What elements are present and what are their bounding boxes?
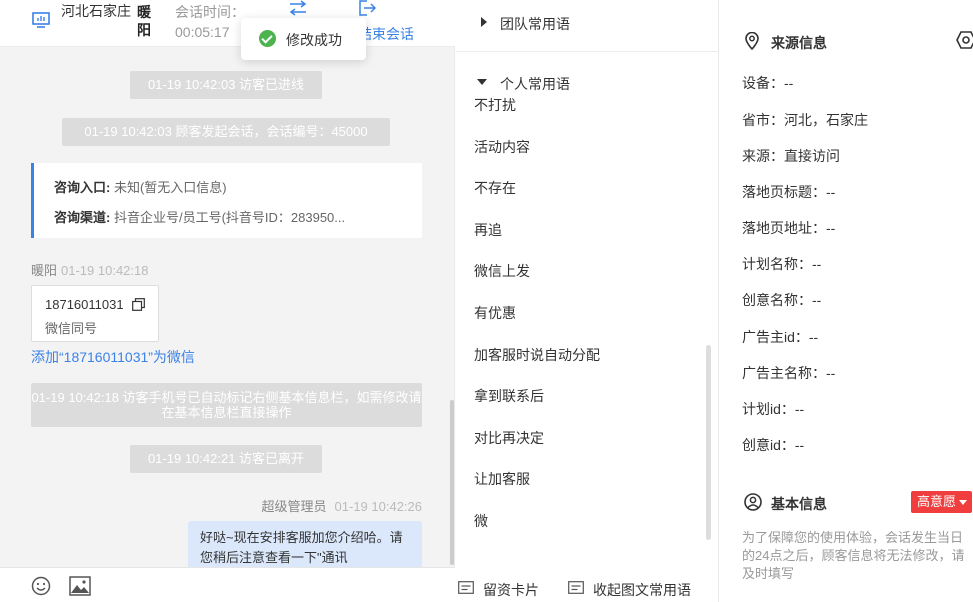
consult-channel-label: 咨询渠道: (54, 210, 111, 225)
phrases-scrollbar[interactable] (706, 345, 711, 540)
info-field: 创意id：-- (742, 437, 805, 453)
message-time: 01-19 10:42:26 (334, 499, 422, 514)
phrase-item[interactable]: 让加客服 (474, 469, 530, 489)
system-message: 01-19 10:42:03 顾客发起会话，会话编号：45000 (62, 118, 390, 146)
info-field: 来源：直接访问 (742, 148, 840, 164)
system-message: 01-19 10:42:21 访客已离开 (130, 445, 322, 473)
agent-message-bubble: 好哒~现在安排客服加您介绍哈。请您稍后注意查看一下"通讯 (188, 521, 422, 567)
emoji-icon[interactable] (31, 576, 51, 596)
monitor-icon (32, 12, 50, 28)
info-field: 落地页地址：-- (742, 220, 836, 236)
collapse-icon[interactable] (568, 581, 584, 594)
system-message: 01-19 10:42:03 访客已进线 (130, 71, 322, 99)
team-phrases-label: 团队常用语 (500, 16, 570, 32)
caret-right-icon (481, 17, 487, 27)
message-list[interactable]: 01-19 10:42:03 访客已进线 01-19 10:42:03 顾客发起… (0, 47, 455, 567)
consult-info-card: 咨询入口: 未知(暂无入口信息) 咨询渠道: 抖音企业号/员工号(抖音号ID：2… (31, 163, 422, 238)
basic-info-title: 基本信息 (771, 496, 827, 512)
edit-deadline-note: 为了保障您的使用体验，会话发生当日的24点之后，顾客信息将无法修改，请及时填写 (742, 530, 965, 581)
add-wechat-link[interactable]: 添加“18716011031”为微信 (31, 347, 195, 367)
check-circle-icon (259, 30, 276, 47)
phrase-item[interactable]: 微信上发 (474, 261, 530, 281)
consult-channel-row: 咨询渠道: 抖音企业号/员工号(抖音号ID：283950... (54, 207, 345, 226)
visitor-info-panel: 来源信息 设备：-- 省市：河北，石家庄 来源：直接访问 落地页标题：-- 落地… (720, 0, 973, 602)
phrase-item[interactable]: 拿到联系后 (474, 386, 544, 406)
location-pin-icon (745, 32, 759, 50)
card-icon[interactable] (458, 581, 474, 594)
chat-toolbar (0, 567, 455, 602)
caret-down-icon[interactable] (477, 79, 487, 85)
visitor-location: 河北石家庄 (61, 3, 131, 19)
personal-phrases-label[interactable]: 个人常用语 (500, 74, 570, 94)
chat-panel: 河北石家庄 暖阳 会话时间： 00:05:17 结束会话 修改成功 01-19 … (0, 0, 455, 602)
sender-name: 暖阳 (31, 263, 58, 278)
phrase-item[interactable]: 活动内容 (474, 137, 530, 157)
common-phrases-panel: 团队常用语 个人常用语 不打扰 活动内容 不存在 再追 微信上发 有优惠 加客服… (456, 0, 719, 602)
success-toast: 修改成功 (241, 18, 366, 60)
transfer-icon[interactable] (288, 0, 308, 16)
copy-icon[interactable] (132, 298, 145, 311)
intent-level-badge[interactable]: 高意愿 (911, 491, 973, 513)
info-field: 广告主名称：-- (742, 365, 836, 381)
visitor-message-meta: 暖阳 01-19 10:42:18 (31, 260, 148, 279)
source-info-title: 来源信息 (771, 35, 827, 51)
info-field: 广告主id：-- (742, 329, 819, 345)
consult-entry-row: 咨询入口: 未知(暂无入口信息) (54, 177, 227, 196)
team-phrases-header[interactable]: 团队常用语 (456, 0, 719, 52)
phrase-item[interactable]: 微 (474, 511, 488, 531)
phrase-item[interactable]: 对比再决定 (474, 428, 544, 448)
system-message: 01-19 10:42:18 访客手机号已自动标记右侧基本信息栏，如需修改请在基… (31, 383, 422, 427)
visitor-name: 暖阳 (137, 4, 151, 38)
gear-icon[interactable] (956, 31, 973, 49)
agent-name: 超级管理员 (261, 499, 327, 514)
info-field: 计划名称：-- (742, 256, 822, 272)
app-root: 河北石家庄 暖阳 会话时间： 00:05:17 结束会话 修改成功 01-19 … (0, 0, 973, 602)
image-icon[interactable] (69, 576, 91, 596)
info-field: 设备：-- (742, 75, 794, 91)
session-time-value: 00:05:17 (175, 24, 230, 40)
info-field: 计划id：-- (742, 401, 805, 417)
phrase-item[interactable]: 加客服时说自动分配 (474, 345, 600, 365)
consult-entry-value: 未知(暂无入口信息) (113, 180, 227, 195)
phone-subtitle: 微信同号 (45, 321, 98, 336)
info-field: 落地页标题：-- (742, 184, 836, 200)
phrase-item[interactable]: 有优惠 (474, 303, 516, 323)
consult-entry-label: 咨询入口: (54, 180, 111, 195)
lead-card-button[interactable]: 留资卡片 (483, 580, 539, 600)
consult-channel-value: 抖音企业号/员工号(抖音号ID：283950... (113, 210, 346, 225)
collapse-phrases-button[interactable]: 收起图文常用语 (593, 580, 691, 600)
info-field: 省市：河北，石家庄 (742, 112, 868, 128)
chat-scrollbar[interactable] (450, 400, 454, 565)
phrase-item[interactable]: 不打扰 (474, 95, 516, 115)
phone-card: 18716011031 微信同号 (31, 285, 159, 342)
exit-icon[interactable] (358, 0, 376, 16)
phrases-toolbar: 留资卡片 收起图文常用语 (456, 567, 719, 602)
chat-header: 河北石家庄 暖阳 会话时间： 00:05:17 结束会话 (0, 0, 455, 47)
phone-number: 18716011031 (45, 297, 124, 312)
end-session-button[interactable]: 结束会话 (358, 24, 414, 44)
toast-message: 修改成功 (286, 32, 342, 48)
agent-message-meta: 超级管理员 01-19 10:42:26 (262, 496, 422, 515)
session-time-label: 会话时间： (175, 4, 245, 20)
phrase-item[interactable]: 再追 (474, 220, 502, 240)
phrase-item[interactable]: 不存在 (474, 178, 516, 198)
user-circle-icon (744, 493, 762, 511)
info-field: 创意名称：-- (742, 292, 822, 308)
message-time: 01-19 10:42:18 (61, 263, 149, 278)
